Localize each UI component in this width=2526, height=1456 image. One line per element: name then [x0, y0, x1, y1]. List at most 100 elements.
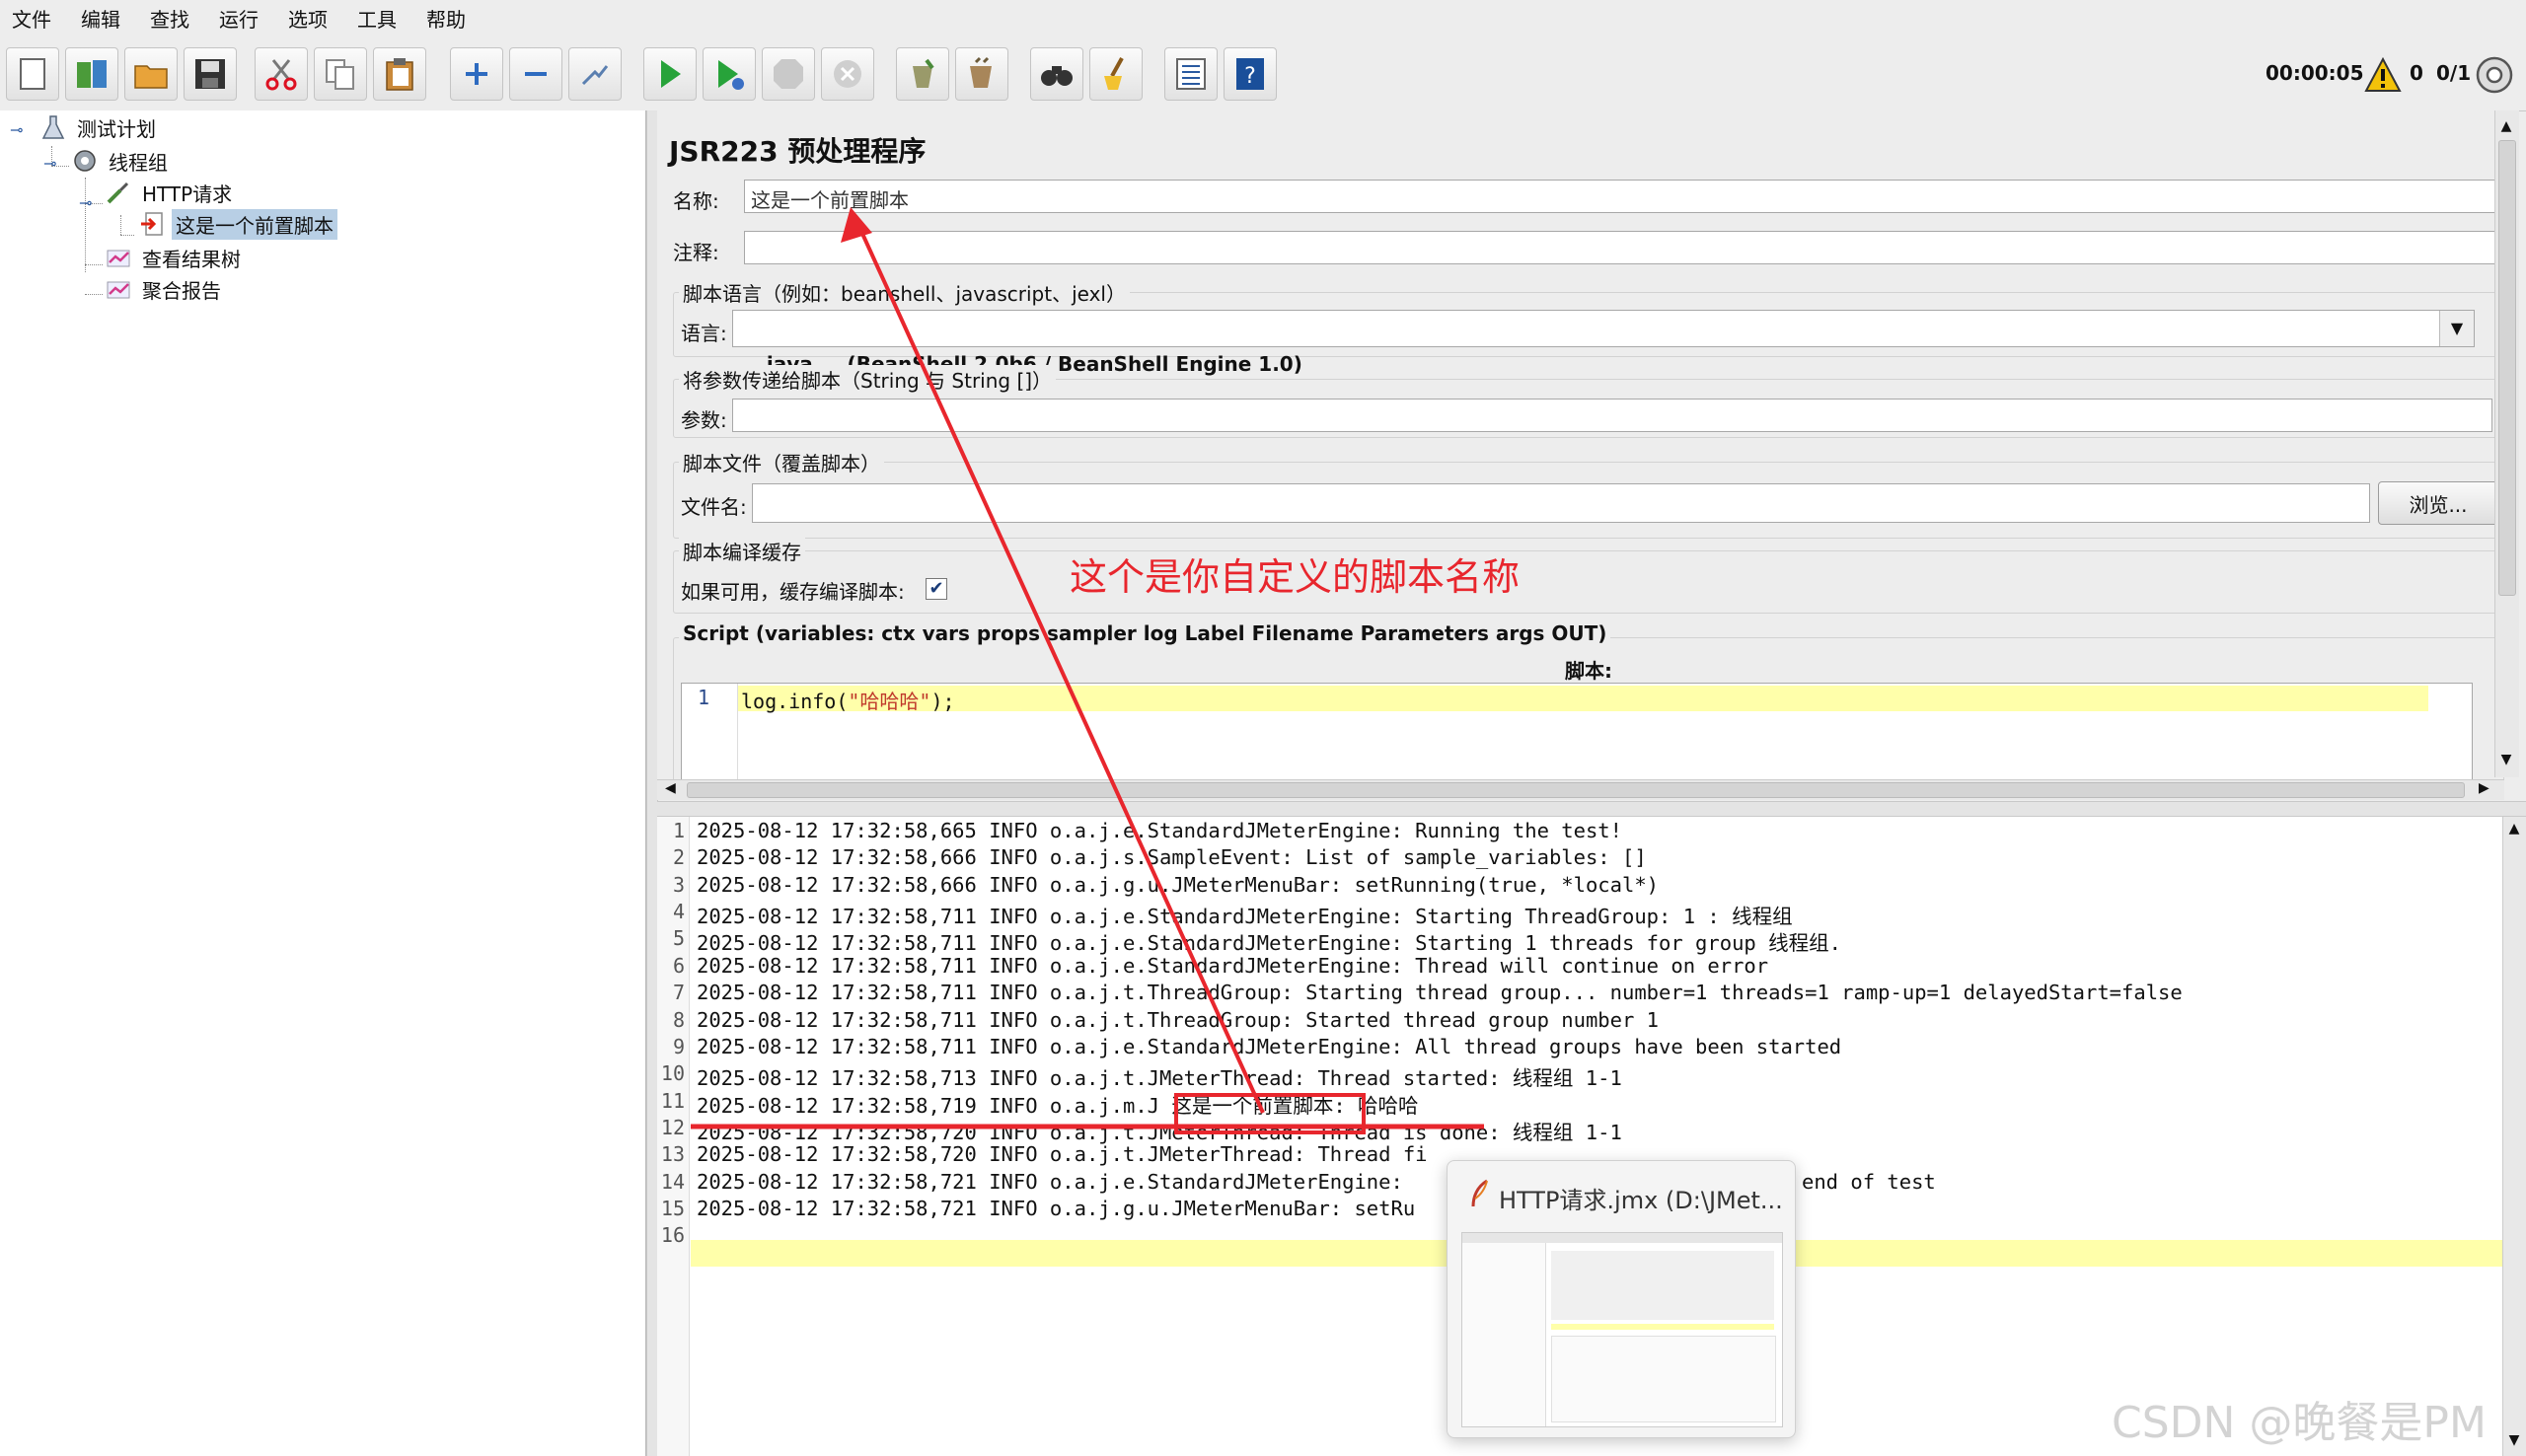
new-icon — [20, 58, 45, 90]
tree-node-test-plan[interactable]: 测试计划 — [39, 112, 160, 142]
tree-node-aggregate-report[interactable]: 聚合报告 — [105, 274, 225, 304]
comment-field[interactable] — [744, 231, 2504, 264]
reset-search-icon — [1104, 57, 1124, 90]
menu-file[interactable]: 文件 — [0, 0, 66, 39]
feather-icon — [1471, 1179, 1488, 1207]
chevron-up-icon[interactable]: ▲ — [2505, 821, 2523, 837]
editor-horizontal-scrollbar[interactable]: ◀ ▶ — [657, 779, 2504, 800]
taskbar-window-preview[interactable]: HTTP请求.jmx (D:\JMet... — [1447, 1160, 1796, 1438]
log-line-number: 11 — [660, 1088, 685, 1113]
log-line: 2025-08-12 17:32:58,711 INFO o.a.j.e.Sta… — [697, 931, 1841, 956]
log-line: 2025-08-12 17:32:58,713 INFO o.a.j.t.JMe… — [697, 1066, 1622, 1091]
tree-node-http-request[interactable]: HTTP请求 — [105, 178, 236, 207]
collapse-all-button[interactable] — [509, 47, 562, 101]
log-line-number: 14 — [660, 1169, 685, 1194]
parameters-field[interactable] — [732, 399, 2492, 432]
start-icon — [661, 60, 681, 88]
log-line: 2025-08-12 17:32:58,719 INFO o.a.j.m.J 这… — [697, 1093, 1419, 1118]
tree-node-preprocessor[interactable]: 这是一个前置脚本 — [138, 208, 337, 240]
stop-button[interactable] — [762, 47, 815, 101]
function-helper-icon — [1176, 58, 1206, 90]
stop-icon — [774, 59, 803, 89]
listener-icon — [105, 244, 132, 271]
reset-search-button[interactable] — [1089, 47, 1143, 101]
expand-all-button[interactable] — [450, 47, 503, 101]
paste-button[interactable] — [373, 47, 426, 101]
start-button[interactable] — [643, 47, 697, 101]
menu-help[interactable]: 帮助 — [411, 0, 481, 39]
script-editor[interactable]: 1 log.info("哈哈哈"); — [681, 683, 2473, 785]
shutdown-button[interactable] — [821, 47, 874, 101]
cut-icon — [265, 59, 297, 91]
test-plan-icon — [39, 113, 67, 141]
cut-button[interactable] — [255, 47, 308, 101]
test-plan-tree: ⊸ ⊸ ⊸ 测试计划 线程组 HTTP请求 这是一个前置脚本 查看结果树 聚合报… — [0, 110, 646, 1456]
log-line-number: 1 — [672, 819, 685, 842]
chevron-left-icon[interactable]: ◀ — [665, 780, 676, 796]
preprocessor-icon — [138, 210, 166, 238]
file-name-field[interactable] — [752, 483, 2370, 523]
warning-icon[interactable] — [2364, 57, 2402, 93]
cache-label: 如果可用，缓存编译脚本: — [681, 580, 905, 604]
page-title: JSR223 预处理程序 — [669, 135, 927, 168]
preview-thumbnail — [1461, 1232, 1783, 1427]
templates-icon — [77, 60, 107, 88]
toggle-icon — [581, 65, 609, 86]
menu-options[interactable]: 选项 — [273, 0, 342, 39]
chevron-down-icon[interactable]: ▼ — [2497, 752, 2515, 769]
editor-vertical-scrollbar[interactable]: ▲ ▼ — [2494, 110, 2519, 777]
log-line-number: 7 — [672, 981, 685, 1005]
help-icon: ? — [1236, 58, 1264, 90]
chevron-down-icon[interactable]: ▼ — [2439, 311, 2474, 346]
language-select[interactable]: java (BeanShell 2.0b6 / BeanShell Engine… — [732, 310, 2475, 376]
function-helper-button[interactable] — [1164, 47, 1218, 101]
log-line-number: 8 — [672, 1007, 685, 1032]
active-threads-count: 0/1 — [2436, 61, 2472, 85]
log-line: 2025-08-12 17:32:58,720 INFO o.a.j.t.JMe… — [697, 1142, 1428, 1167]
log-line: 2025-08-12 17:32:58,711 INFO o.a.j.e.Sta… — [697, 905, 1793, 929]
start-no-pause-button[interactable] — [703, 47, 756, 101]
language-label: 语言: — [681, 322, 727, 345]
menu-search[interactable]: 查找 — [135, 0, 204, 39]
tree-node-view-results-tree[interactable]: 查看结果树 — [105, 243, 245, 272]
script-file-group-title: 脚本文件（覆盖脚本） — [679, 448, 884, 476]
copy-button[interactable] — [314, 47, 367, 101]
thread-group-toggle-icon[interactable]: ⊸ — [43, 154, 56, 173]
cache-compiled-script-checkbox[interactable]: ✔ — [926, 578, 947, 600]
menu-tools[interactable]: 工具 — [342, 0, 411, 39]
collapse-icon — [525, 72, 547, 76]
browse-button[interactable]: 浏览... — [2378, 481, 2498, 525]
chevron-up-icon[interactable]: ▲ — [2497, 118, 2515, 136]
log-splitter[interactable] — [657, 801, 2526, 817]
save-button[interactable] — [184, 47, 237, 101]
paste-icon — [386, 58, 413, 91]
scrollbar-thumb[interactable] — [2498, 140, 2516, 596]
log-line-number: 16 — [660, 1223, 685, 1248]
log-line-number: 15 — [660, 1197, 685, 1221]
scrollbar-thumb[interactable] — [687, 782, 2465, 798]
test-plan-toggle-icon[interactable]: ⊸ — [10, 120, 23, 139]
search-button[interactable] — [1030, 47, 1083, 101]
menu-edit[interactable]: 编辑 — [66, 0, 135, 39]
help-button[interactable]: ? — [1224, 47, 1277, 101]
preview-title: HTTP请求.jmx (D:\JMet... — [1499, 1187, 1783, 1214]
start-no-pause-icon — [718, 60, 744, 90]
parameters-group-title: 将参数传递给脚本（String 与 String []） — [679, 365, 1057, 394]
log-line-tail: end of test — [1802, 1169, 1936, 1194]
tree-node-thread-group[interactable]: 线程组 — [71, 146, 172, 176]
remote-status-icon — [2476, 56, 2513, 94]
templates-button[interactable] — [65, 47, 118, 101]
new-button[interactable] — [6, 47, 59, 101]
clear-button[interactable] — [896, 47, 949, 101]
open-button[interactable] — [124, 47, 178, 101]
name-field[interactable]: 这是一个前置脚本 — [744, 180, 2504, 213]
chevron-down-icon[interactable]: ▼ — [2505, 1432, 2523, 1448]
clear-all-button[interactable] — [955, 47, 1008, 101]
toggle-button[interactable] — [568, 47, 622, 101]
log-vertical-scrollbar[interactable]: ▲ ▼ — [2502, 817, 2526, 1456]
chevron-right-icon[interactable]: ▶ — [2479, 780, 2489, 796]
menu-run[interactable]: 运行 — [204, 0, 273, 39]
http-request-toggle-icon[interactable]: ⊸ — [79, 193, 92, 212]
log-line-number: 9 — [672, 1034, 685, 1058]
log-line-number: 12 — [660, 1115, 685, 1139]
